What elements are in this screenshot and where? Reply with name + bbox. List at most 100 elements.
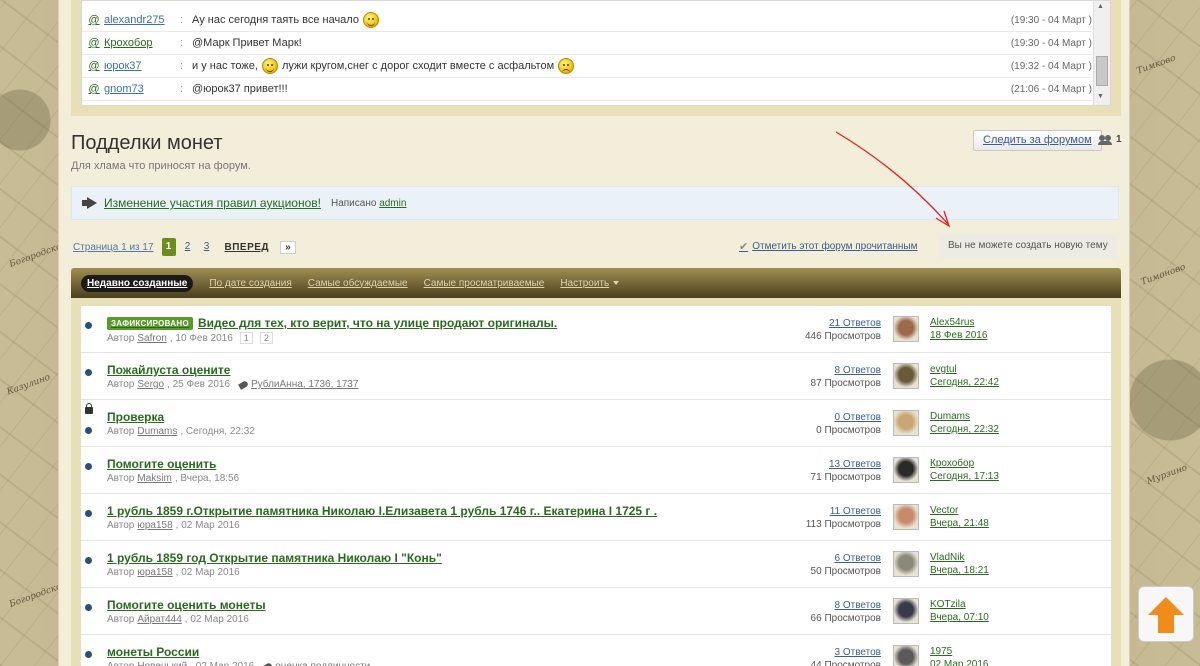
mention-button[interactable]: @ [84,14,104,26]
topic-title[interactable]: 1 рубль 1859 год Открытие памятника Нико… [107,551,442,565]
unread-dot-icon[interactable] [85,510,92,517]
unread-dot-icon[interactable] [85,463,92,470]
scroll-down-icon[interactable]: ▼ [1097,93,1104,100]
last-page-button[interactable]: » [280,240,296,254]
mark-read-link[interactable]: ✔ Отметить этот форум прочитанным [739,240,918,253]
last-poster-link[interactable]: KOTzila [930,598,989,611]
announcement-bar: Изменение участия правил аукционов! Напи… [71,186,1119,220]
last-post-date-link[interactable]: Вчера, 21:48 [930,517,989,530]
topic-title[interactable]: Видео для тех, кто верит, что на улице п… [198,316,557,330]
avatar[interactable] [893,551,919,577]
topic-author-link[interactable]: Айрат444 [137,614,181,625]
topic-title-link[interactable]: Проверка [107,410,164,424]
replies-link[interactable]: 3 Ответов [811,646,881,659]
avatar[interactable] [893,410,919,436]
mention-button[interactable]: @ [84,83,104,95]
topic-page-link[interactable]: 1 [239,332,253,344]
unread-dot-icon[interactable] [85,322,92,329]
topic-author-link[interactable]: юра158 [137,567,172,578]
replies-link[interactable]: 21 Ответов [805,317,881,330]
topic-title[interactable]: Помогите оценить монеты [107,598,266,612]
topic-title-link[interactable]: Помогите оценить монеты [107,598,266,612]
page-1-button[interactable]: 1 [161,238,176,256]
mention-button[interactable]: @ [84,37,104,49]
shout-user[interactable]: Крохобор [104,37,180,49]
replies-link[interactable]: 8 Ответов [811,599,881,612]
topic-author-link[interactable]: Новенький [137,661,187,666]
last-poster-link[interactable]: Alex54rus [930,316,987,329]
replies-link[interactable]: 6 Ответов [811,552,881,565]
shout-user[interactable]: gnom73 [104,83,180,95]
page-3-button[interactable]: 3 [200,238,214,256]
topic-title[interactable]: монеты России [107,645,199,659]
replies-link[interactable]: 13 Ответов [811,458,881,471]
tag-icon [238,379,249,390]
last-post-date-link[interactable]: Сегодня, 22:32 [930,423,999,436]
avatar[interactable] [893,598,919,624]
topic-tags[interactable]: РублиАнна, 1736, 1737 [251,379,358,390]
unread-dot-icon[interactable] [85,369,92,376]
mention-button[interactable]: @ [84,60,104,72]
scrollbar-thumb[interactable] [1096,56,1108,86]
replies-link[interactable]: 11 Ответов [806,505,881,518]
topic-title[interactable]: Пожайлуста оцените [107,363,230,377]
avatar[interactable] [893,457,919,483]
topic-author-link[interactable]: Dumams [137,426,177,437]
last-poster-link[interactable]: Крохобор [930,457,999,470]
last-post-date-link[interactable]: 18 Фев 2016 [930,329,987,342]
page-2-button[interactable]: 2 [181,238,195,256]
filter-by-date[interactable]: По дате создания [209,278,291,289]
unread-dot-icon[interactable] [85,604,92,611]
last-post-date-link[interactable]: 02 Мар 2016 [930,658,989,666]
last-poster-link[interactable]: 1975 [930,645,989,658]
pagination: Страница 1 из 17 1 2 3 ВПЕРЕД » [73,238,296,256]
next-page-button[interactable]: ВПЕРЕД [219,242,276,253]
unread-dot-icon[interactable] [85,557,92,564]
topic-title-link[interactable]: 1 рубль 1859 год Открытие памятника Нико… [107,551,442,565]
announcement-link[interactable]: Изменение участия правил аукционов! [104,196,321,210]
unread-dot-icon[interactable] [85,651,92,658]
page-info[interactable]: Страница 1 из 17 [73,242,154,253]
filter-most-viewed[interactable]: Самые просматриваемые [424,278,545,289]
topic-page-link[interactable]: 2 [259,332,273,344]
topic-title[interactable]: Помогите оценить [107,457,216,471]
follow-forum-button[interactable]: Следить за форумом [973,130,1102,151]
shout-user[interactable]: юрок37 [104,60,180,72]
replies-link[interactable]: 0 Ответов [816,411,881,424]
filter-recent[interactable]: Недавно созданные [81,274,194,292]
avatar[interactable] [893,645,919,666]
replies-link[interactable]: 8 Ответов [811,364,881,377]
last-post-date-link[interactable]: Вчера, 07:10 [930,611,989,624]
last-poster-link[interactable]: VladNik [930,551,989,564]
topic-title-link[interactable]: Пожайлуста оцените [107,363,230,377]
topic-author-link[interactable]: Sergo [137,379,164,390]
shoutbox-scrollbar[interactable]: ▲ ▼ [1093,1,1110,105]
followers-count[interactable]: 1 [1098,134,1122,145]
back-to-top-button[interactable] [1138,586,1194,642]
customize-label: Настроить [560,277,610,289]
last-post-date-link[interactable]: Вчера, 18:21 [930,564,989,577]
topic-title-link[interactable]: ЗАФИКСИРОВАНО Видео для тех, кто верит, ч… [107,316,557,330]
avatar[interactable] [893,363,919,389]
topic-author-link[interactable]: Safron [137,333,166,344]
announcement-author-link[interactable]: admin [379,198,406,209]
topic-title[interactable]: 1 рубль 1859 г.Открытие памятника Никола… [107,504,657,518]
topic-title-link[interactable]: 1 рубль 1859 г.Открытие памятника Никола… [107,504,657,518]
last-poster-link[interactable]: evgtul [930,363,999,376]
filter-most-discussed[interactable]: Самые обсуждаемые [308,278,408,289]
topic-title[interactable]: Проверка [107,410,164,424]
topic-title-link[interactable]: Помогите оценить [107,457,216,471]
topic-author-link[interactable]: Maksim [137,473,171,484]
shout-user[interactable]: alexandr275 [104,14,180,26]
last-post-date-link[interactable]: Сегодня, 17:13 [930,470,999,483]
last-post-date-link[interactable]: Сегодня, 22:42 [930,376,999,389]
last-poster-link[interactable]: Dumams [930,410,999,423]
scroll-up-icon[interactable]: ▲ [1097,3,1104,10]
topic-tags[interactable]: оценка подлинности [275,661,370,666]
topic-title-link[interactable]: монеты России [107,645,199,659]
last-poster-link[interactable]: Vector [930,504,989,517]
filter-customize[interactable]: Настроить [560,277,620,289]
topic-author-link[interactable]: юра158 [137,520,172,531]
avatar[interactable] [893,504,919,530]
avatar[interactable] [893,316,919,342]
